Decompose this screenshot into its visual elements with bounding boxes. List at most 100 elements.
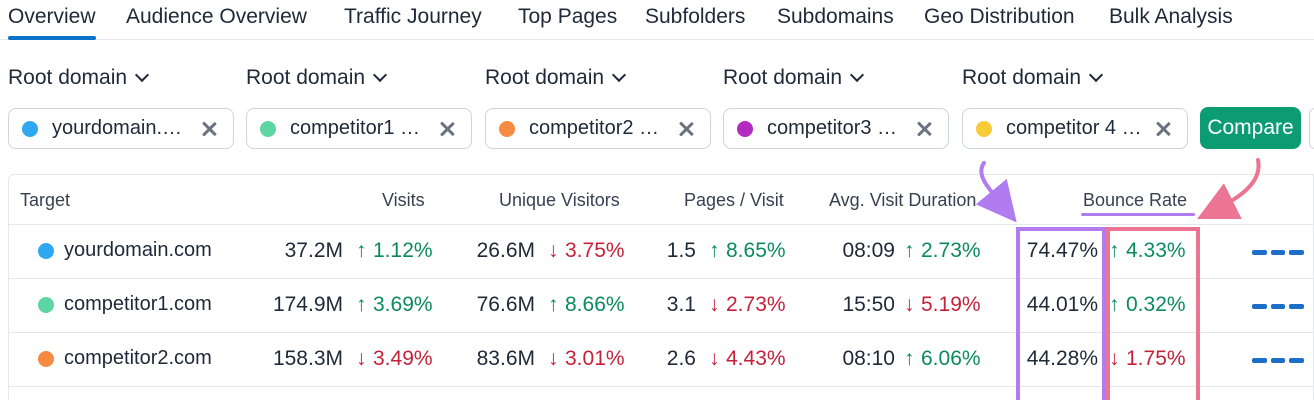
pages-change: ↑ 8.65%: [709, 239, 786, 263]
visits-value: 37.2M: [284, 239, 343, 262]
root-domain-label: Root domain: [962, 66, 1082, 89]
close-icon[interactable]: [676, 119, 696, 139]
root-domain-select-5[interactable]: Root domain: [962, 66, 1104, 90]
visits-value: 174.9M: [272, 293, 343, 316]
root-domain-label: Root domain: [723, 66, 843, 89]
color-dot: [38, 242, 54, 259]
tab-traffic-journey[interactable]: Traffic Journey: [344, 5, 482, 29]
chevron-down-icon: [612, 67, 627, 83]
color-dot: [499, 120, 515, 137]
tab-geo-distribution[interactable]: Geo Distribution: [924, 5, 1075, 29]
tab-bar: Overview Audience Overview Traffic Journ…: [0, 0, 1314, 40]
trend-dashes-icon[interactable]: [1252, 304, 1305, 309]
arrow-up-icon: ↑: [709, 239, 720, 262]
domain-name[interactable]: competitor2.com: [64, 347, 212, 370]
root-domain-select-4[interactable]: Root domain: [723, 66, 865, 90]
target-cell: competitor2.com: [38, 347, 212, 370]
column-header-unique-visitors[interactable]: Unique Visitors: [499, 190, 620, 211]
color-dot: [38, 296, 54, 313]
duration-change-value: 6.06%: [921, 347, 981, 370]
column-header-avg-visit-duration[interactable]: Avg. Visit Duration: [829, 190, 976, 211]
pages-change-value: 2.73%: [726, 293, 786, 316]
duration-change-value: 2.73%: [921, 239, 981, 262]
duration-value: 08:09: [842, 239, 895, 262]
arrow-up-icon: ↑: [904, 239, 915, 262]
chevron-down-icon: [850, 67, 865, 83]
root-domain-select-3[interactable]: Root domain: [485, 66, 627, 90]
domain-name[interactable]: yourdomain.com: [64, 239, 212, 262]
duration-change: ↑ 2.73%: [904, 239, 981, 263]
chevron-down-icon: [135, 67, 150, 83]
chevron-down-icon: [373, 67, 388, 83]
domain-input-3[interactable]: competitor2 …: [485, 108, 711, 149]
root-domain-label: Root domain: [8, 66, 128, 89]
unique-value: 76.6M: [476, 293, 535, 316]
domain-input-value: competitor3 …: [767, 117, 898, 139]
duration-change: ↑ 6.06%: [904, 347, 981, 371]
domain-name[interactable]: competitor1.com: [64, 293, 212, 316]
domain-input-2[interactable]: competitor1 …: [246, 108, 472, 149]
close-icon[interactable]: [437, 119, 457, 139]
annotation-box-bounce-change: [1106, 227, 1200, 400]
pages-change-value: 8.65%: [726, 239, 786, 262]
tab-top-pages[interactable]: Top Pages: [518, 5, 617, 29]
duration-value: 08:10: [842, 347, 895, 370]
unique-change: ↑ 8.66%: [548, 293, 625, 317]
domain-input-value: competitor2 …: [529, 117, 660, 139]
column-header-bounce-rate[interactable]: Bounce Rate: [1083, 190, 1187, 211]
row-divider: [9, 224, 1314, 225]
visits-change: ↑ 3.69%: [356, 293, 433, 317]
close-icon[interactable]: [199, 119, 219, 139]
unique-value: 26.6M: [476, 239, 535, 262]
tab-overview[interactable]: Overview: [8, 5, 96, 40]
root-domain-select-2[interactable]: Root domain: [246, 66, 388, 90]
unique-change-value: 3.75%: [565, 239, 625, 262]
arrow-down-icon: ↓: [709, 293, 720, 316]
arrow-down-icon: ↓: [356, 347, 367, 370]
visits-change-value: 3.49%: [373, 347, 433, 370]
color-dot: [976, 120, 992, 137]
root-domain-select-1[interactable]: Root domain: [8, 66, 150, 90]
unique-change: ↓ 3.75%: [548, 239, 625, 263]
visits-value: 158.3M: [272, 347, 343, 370]
tab-audience-overview[interactable]: Audience Overview: [126, 5, 307, 29]
trend-dashes-icon[interactable]: [1252, 358, 1305, 363]
arrow-down-icon: ↓: [548, 347, 559, 370]
column-header-visits[interactable]: Visits: [382, 190, 425, 211]
domain-input-1[interactable]: yourdomain.…: [8, 108, 234, 149]
domain-input-4[interactable]: competitor3 …: [723, 108, 949, 149]
arrow-up-icon: ↑: [904, 347, 915, 370]
tab-bulk-analysis[interactable]: Bulk Analysis: [1109, 5, 1233, 29]
arrow-down-icon: ↓: [709, 347, 720, 370]
close-icon[interactable]: [914, 119, 934, 139]
target-cell: competitor1.com: [38, 293, 212, 316]
color-dot: [260, 120, 276, 137]
close-icon[interactable]: [1153, 119, 1173, 139]
tab-subfolders[interactable]: Subfolders: [645, 5, 745, 29]
domain-input-value: competitor1 …: [290, 117, 421, 139]
visits-change-value: 3.69%: [373, 293, 433, 316]
color-dot: [737, 120, 753, 137]
chevron-down-icon: [1089, 67, 1104, 83]
domain-input-value: yourdomain.…: [52, 117, 183, 139]
unique-change-value: 8.66%: [565, 293, 625, 316]
domain-input-5[interactable]: competitor 4 …: [962, 108, 1188, 149]
visits-change-value: 1.12%: [373, 239, 433, 262]
compare-button[interactable]: Compare: [1200, 107, 1301, 149]
unique-change: ↓ 3.01%: [548, 347, 625, 371]
pages-change: ↓ 4.43%: [709, 347, 786, 371]
annotation-box-bounce-value: [1016, 227, 1106, 400]
duration-change: ↓ 5.19%: [904, 293, 981, 317]
duration-change-value: 5.19%: [921, 293, 981, 316]
pages-value: 2.6: [666, 347, 696, 370]
tab-subdomains[interactable]: Subdomains: [777, 5, 894, 29]
trend-dashes-icon[interactable]: [1252, 250, 1305, 255]
pages-value: 3.1: [666, 293, 696, 316]
domain-input-value: competitor 4 …: [1006, 117, 1142, 139]
target-cell: yourdomain.com: [38, 239, 212, 262]
pages-change: ↓ 2.73%: [709, 293, 786, 317]
column-header-target[interactable]: Target: [20, 190, 70, 211]
pages-value: 1.5: [666, 239, 696, 262]
arrow-down-icon: ↓: [904, 293, 915, 316]
column-header-pages-per-visit[interactable]: Pages / Visit: [684, 190, 784, 211]
